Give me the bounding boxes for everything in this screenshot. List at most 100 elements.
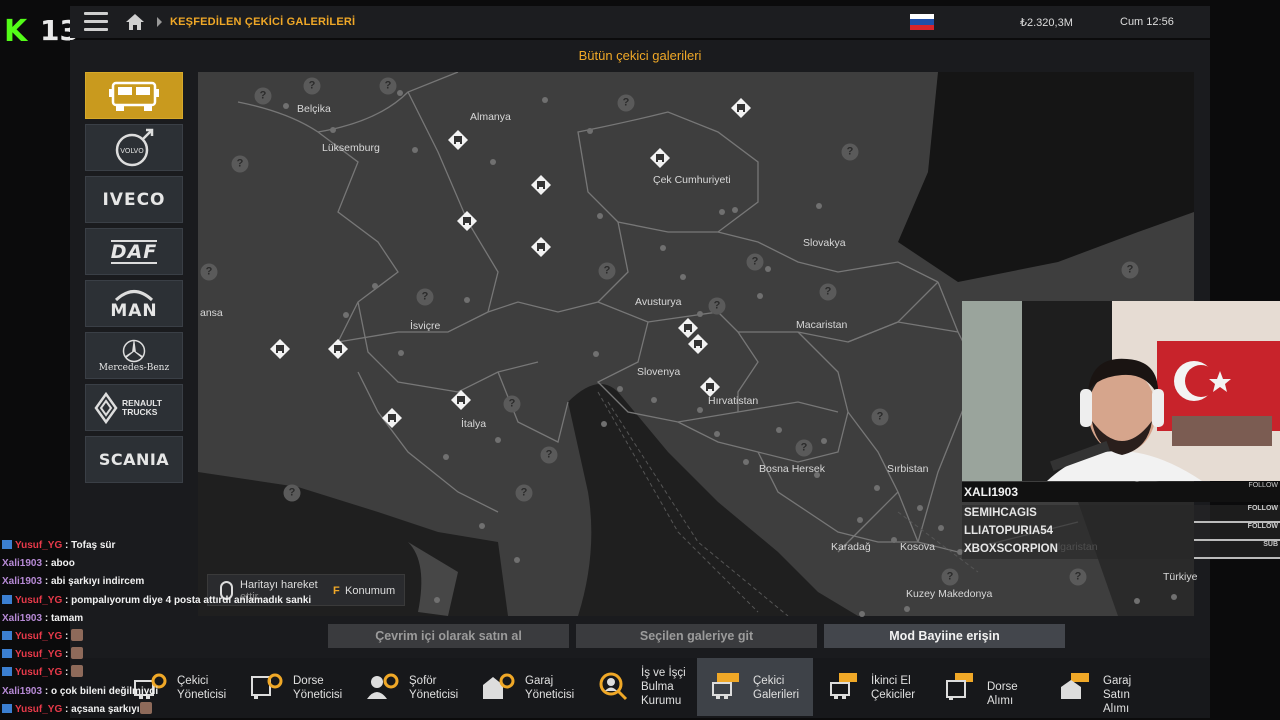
nav-cekici-galerileri[interactable]: Çekici Galerileri bbox=[697, 658, 813, 716]
hint-my-location[interactable]: Konumum bbox=[345, 585, 395, 597]
man-lion-icon bbox=[114, 289, 154, 301]
nav-garaj-yoneticisi[interactable]: Garaj Yöneticisi bbox=[469, 658, 583, 716]
platform-icon bbox=[2, 667, 12, 677]
undiscovered-dealer-icon[interactable]: ? bbox=[819, 283, 837, 301]
undiscovered-dealer-icon[interactable]: ? bbox=[515, 484, 533, 502]
volvo-logo-icon: VOLVO bbox=[115, 128, 154, 166]
go-to-selected-dealer-button[interactable]: Seçilen galeriye git bbox=[576, 624, 817, 648]
map-label-makedonya: Kuzey Makedonya bbox=[906, 588, 993, 600]
chat-message: Xali1903 : abi şarkıyı indircem bbox=[2, 576, 145, 588]
undiscovered-dealer-icon[interactable]: ? bbox=[200, 263, 218, 281]
man-logo: MAN bbox=[110, 300, 158, 321]
chat-text: aboo bbox=[50, 558, 75, 570]
chat-username: Xali1903 bbox=[2, 576, 43, 588]
dealer-marker-icon[interactable] bbox=[650, 148, 670, 168]
home-icon[interactable] bbox=[125, 13, 145, 31]
platform-icon bbox=[2, 703, 12, 713]
undiscovered-dealer-icon[interactable]: ? bbox=[283, 484, 301, 502]
dealer-marker-icon[interactable] bbox=[382, 408, 402, 428]
mod-dealer-button[interactable]: Mod Bayiine erişin bbox=[824, 624, 1065, 648]
chat-text: abi şarkıyı indircem bbox=[50, 576, 145, 588]
game-time: Cum 12:56 bbox=[1120, 16, 1174, 28]
event-row: LLIATOPURIA54 FOLLOW bbox=[962, 523, 1280, 541]
undiscovered-dealer-icon[interactable]: ? bbox=[871, 408, 889, 426]
dealer-marker-icon[interactable] bbox=[457, 211, 477, 231]
dealer-marker-icon[interactable] bbox=[448, 130, 468, 150]
city-dot bbox=[443, 454, 449, 460]
renault-logo-text: RENAULT TRUCKS bbox=[122, 397, 162, 417]
map-label-avusturya: Avusturya bbox=[635, 296, 682, 308]
map-label-almanya: Almanya bbox=[470, 111, 511, 123]
undiscovered-dealer-icon[interactable]: ? bbox=[231, 155, 249, 173]
dealer-marker-icon[interactable] bbox=[688, 334, 708, 354]
garage-buy-icon bbox=[1061, 673, 1089, 699]
mercedes-star-icon bbox=[122, 339, 146, 362]
brand-mercedes-benz[interactable]: Mercedes-Benz bbox=[85, 332, 183, 379]
chat-username: Yusuf_YG bbox=[15, 540, 63, 551]
chat-text: o çok bileni değilmiydi bbox=[50, 685, 159, 697]
emote-icon bbox=[71, 647, 84, 660]
undiscovered-dealer-icon[interactable]: ? bbox=[503, 395, 521, 413]
undiscovered-dealer-icon[interactable]: ? bbox=[540, 446, 558, 464]
brand-iveco[interactable]: IVECO bbox=[85, 176, 183, 223]
breadcrumb[interactable]: KEŞFEDİLEN ÇEKİCİ GALERİLERİ bbox=[170, 16, 355, 28]
brand-daf[interactable]: DAF bbox=[85, 228, 183, 275]
undiscovered-dealer-icon[interactable]: ? bbox=[379, 77, 397, 95]
dealer-marker-icon[interactable] bbox=[270, 339, 290, 359]
dealer-marker-icon[interactable] bbox=[731, 98, 751, 118]
undiscovered-dealer-icon[interactable]: ? bbox=[598, 262, 616, 280]
undiscovered-dealer-icon[interactable]: ? bbox=[708, 297, 726, 315]
city-dot bbox=[821, 438, 827, 444]
undiscovered-dealer-icon[interactable]: ? bbox=[941, 568, 959, 586]
city-dot bbox=[479, 523, 485, 529]
nav-is-ve-isci[interactable]: İş ve İşçi Bulma Kurumu bbox=[585, 658, 699, 716]
nav-dorse-alimi[interactable]: Dorse Alımı bbox=[931, 658, 1045, 716]
city-dot bbox=[542, 97, 548, 103]
city-dot bbox=[412, 147, 418, 153]
city-dot bbox=[434, 597, 440, 603]
buy-online-button[interactable]: Çevrim içi olarak satın al bbox=[328, 624, 569, 648]
undiscovered-dealer-icon[interactable]: ? bbox=[795, 439, 813, 457]
dealer-marker-icon[interactable] bbox=[328, 339, 348, 359]
dealer-marker-icon[interactable] bbox=[700, 377, 720, 397]
city-dot bbox=[1134, 598, 1140, 604]
brand-volvo[interactable]: VOLVO bbox=[85, 124, 183, 171]
brand-list: VOLVO IVECO DAF MAN Mercedes-Benz RENAUL… bbox=[85, 72, 183, 488]
dealer-marker-icon[interactable] bbox=[451, 390, 471, 410]
undiscovered-dealer-icon[interactable]: ? bbox=[1069, 568, 1087, 586]
city-dot bbox=[904, 606, 910, 612]
scania-logo: SCANIA bbox=[98, 450, 170, 469]
nav-ikinci-el[interactable]: İkinci El Çekiciler bbox=[815, 658, 929, 716]
emote-icon bbox=[139, 701, 152, 714]
iveco-logo: IVECO bbox=[102, 189, 166, 210]
map-label-sirbistan: Sırbistan bbox=[887, 463, 929, 475]
dealer-marker-icon[interactable] bbox=[531, 237, 551, 257]
brand-renault-trucks[interactable]: RENAULT TRUCKS bbox=[85, 384, 183, 431]
chat-message: Yusuf_YG : bbox=[2, 646, 342, 664]
chat-text: açsana şarkıyı bbox=[71, 703, 140, 715]
brand-man[interactable]: MAN bbox=[85, 280, 183, 327]
undiscovered-dealer-icon[interactable]: ? bbox=[416, 288, 434, 306]
undiscovered-dealer-icon[interactable]: ? bbox=[254, 87, 272, 105]
city-dot bbox=[714, 431, 720, 437]
undiscovered-dealer-icon[interactable]: ? bbox=[746, 253, 764, 271]
undiscovered-dealer-icon[interactable]: ? bbox=[617, 94, 635, 112]
driver-manager-icon bbox=[367, 673, 399, 699]
nav-sofor-yoneticisi[interactable]: Şoför Yöneticisi bbox=[353, 658, 467, 716]
map-label-cek: Çek Cumhuriyeti bbox=[653, 174, 731, 186]
menu-icon[interactable] bbox=[84, 12, 108, 32]
chat-message: Yusuf_YG : pompalıyorum diye 4 posta att… bbox=[2, 592, 342, 610]
brand-all-trucks[interactable] bbox=[85, 72, 183, 119]
brand-scania[interactable]: SCANIA bbox=[85, 436, 183, 483]
dealer-marker-icon[interactable] bbox=[531, 175, 551, 195]
nav-garaj-satin-alimi[interactable]: Garaj Satın Alımı bbox=[1047, 658, 1161, 716]
undiscovered-dealer-icon[interactable]: ? bbox=[1121, 261, 1139, 279]
undiscovered-dealer-icon[interactable]: ? bbox=[841, 143, 859, 161]
map-label-turkiye: Türkiye bbox=[1163, 571, 1198, 583]
map-label-belcika: Belçika bbox=[297, 103, 331, 115]
city-dot bbox=[660, 245, 666, 251]
used-truck-icon bbox=[830, 673, 857, 699]
undiscovered-dealer-icon[interactable]: ? bbox=[303, 77, 321, 95]
top-bar: KEŞFEDİLEN ÇEKİCİ GALERİLERİ ₺2.320,3M C… bbox=[70, 6, 1210, 38]
chat-message: Yusuf_YG : Tofaş sür bbox=[2, 537, 342, 555]
